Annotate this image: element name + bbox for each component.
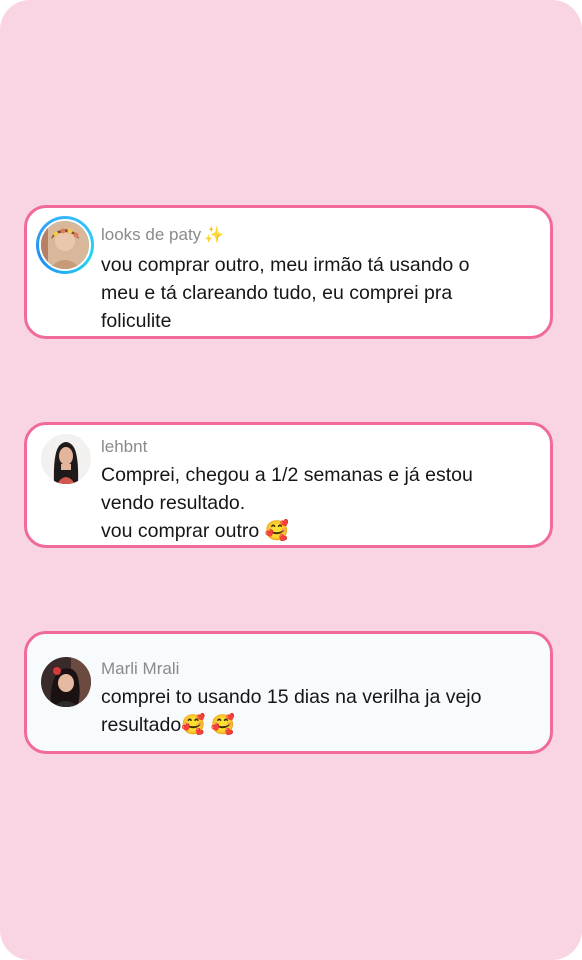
- comment-card: looks de paty ✨ vou comprar outro, meu ir…: [24, 205, 553, 339]
- profile-photo-icon: [41, 221, 89, 269]
- comment-line: comprei to usando 15 dias na verilha ja …: [101, 686, 482, 708]
- comment-username[interactable]: looks de paty ✨: [101, 225, 224, 245]
- comment-line: Comprei, chegou a 1/2 semanas e já estou: [101, 464, 473, 486]
- comment-line: vendo resultado.: [101, 492, 246, 514]
- comment-line: resultado🥰 🥰: [101, 714, 236, 736]
- avatar[interactable]: [36, 216, 94, 274]
- avatar[interactable]: [41, 434, 91, 484]
- comment-line: meu e tá clareando tudo, eu comprei pra: [101, 282, 453, 304]
- comment-text: Comprei, chegou a 1/2 semanas e já estou…: [101, 461, 530, 545]
- comment-line: vou comprar outro 🥰: [101, 520, 289, 542]
- comment-card: Marli Mrali comprei to usando 15 dias na…: [24, 631, 553, 754]
- profile-photo-icon: [41, 434, 91, 484]
- testimonials-canvas: looks de paty ✨ vou comprar outro, meu ir…: [0, 0, 582, 960]
- sparkle-icon: ✨: [204, 227, 225, 244]
- avatar[interactable]: [41, 657, 91, 707]
- comment-line: vou comprar outro, meu irmão tá usando o: [101, 254, 470, 276]
- comment-line: foliculite: [101, 310, 172, 332]
- comment-card: lehbnt Comprei, chegou a 1/2 semanas e j…: [24, 422, 553, 548]
- comment-username[interactable]: lehbnt: [101, 437, 147, 457]
- comment-text: comprei to usando 15 dias na verilha ja …: [101, 683, 530, 739]
- comment-username[interactable]: Marli Mrali: [101, 659, 179, 679]
- profile-photo-icon: [41, 657, 91, 707]
- comment-text: vou comprar outro, meu irmão tá usando o…: [101, 251, 530, 335]
